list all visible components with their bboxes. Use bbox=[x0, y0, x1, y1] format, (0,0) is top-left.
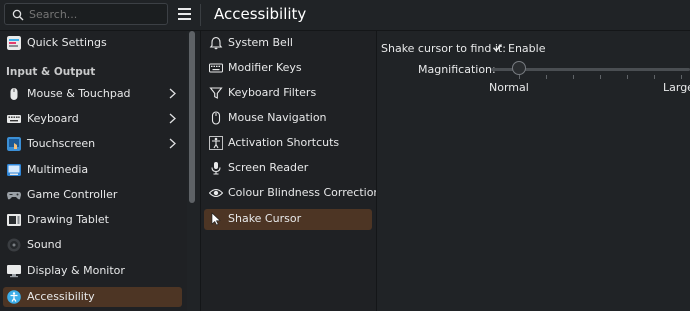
sidebar-item-keyboard[interactable]: Keyboard bbox=[3, 109, 182, 129]
submenu-item-keyboard-filters[interactable]: Keyboard Filters bbox=[204, 83, 372, 104]
sidebar-item-label: Game Controller bbox=[27, 188, 118, 201]
chevron-right-icon bbox=[169, 138, 176, 149]
mouse-icon bbox=[10, 88, 18, 100]
cursor-icon bbox=[211, 212, 221, 226]
shake-cursor-label: Shake cursor to find it: bbox=[381, 42, 506, 55]
magnification-label: Magnification: bbox=[418, 63, 496, 76]
header-divider bbox=[200, 4, 201, 26]
submenu-item-label: Shake Cursor bbox=[228, 212, 302, 225]
game-controller-icon bbox=[7, 192, 21, 200]
submenu-item-modifier-keys[interactable]: Modifier Keys bbox=[204, 58, 372, 79]
search-icon bbox=[12, 9, 24, 21]
slider-tick bbox=[573, 75, 574, 79]
sidebar-item-label: Mouse & Touchpad bbox=[27, 87, 131, 100]
sidebar-item-quick-settings[interactable]: Quick Settings bbox=[3, 33, 182, 53]
display-icon bbox=[7, 265, 21, 278]
slider-tick bbox=[519, 75, 520, 79]
sidebar-item-label: Accessibility bbox=[27, 290, 95, 303]
section-heading: Input & Output bbox=[6, 66, 96, 78]
bell-icon bbox=[209, 36, 223, 50]
sidebar-item-accessibility[interactable]: Accessibility bbox=[3, 287, 182, 307]
slider-min-label: Normal bbox=[489, 81, 529, 94]
slider-tick bbox=[600, 75, 601, 79]
submenu-item-mouse-navigation[interactable]: Mouse Navigation bbox=[204, 108, 372, 129]
sidebar-item-label: Multimedia bbox=[27, 163, 89, 176]
search-input[interactable] bbox=[29, 6, 163, 22]
submenu-item-screen-reader[interactable]: Screen Reader bbox=[204, 158, 372, 179]
submenu-item-label: Keyboard Filters bbox=[228, 86, 317, 99]
filter-icon bbox=[209, 87, 223, 99]
sidebar-item-label: Keyboard bbox=[27, 112, 79, 125]
quick-settings-icon bbox=[7, 36, 21, 50]
enable-checkbox[interactable] bbox=[492, 42, 503, 53]
submenu-item-label: Activation Shortcuts bbox=[228, 136, 340, 149]
sidebar-item-sound[interactable]: Sound bbox=[3, 235, 182, 255]
mouse-icon bbox=[211, 111, 221, 125]
sidebar-item-label: Touchscreen bbox=[27, 137, 96, 150]
keyboard-icon bbox=[7, 115, 21, 123]
sidebar-scrollbar[interactable] bbox=[189, 31, 195, 203]
sidebar-item-label: Display & Monitor bbox=[27, 264, 125, 277]
sidebar-item-label: Drawing Tablet bbox=[27, 213, 109, 226]
search-box[interactable] bbox=[4, 3, 168, 25]
submenu-item-colour-blindness-correction[interactable]: Colour Blindness Correction bbox=[204, 183, 380, 204]
sound-icon bbox=[7, 238, 21, 252]
submenu-item-label: Screen Reader bbox=[228, 161, 309, 174]
sidebar-item-label: Quick Settings bbox=[27, 36, 107, 49]
sidebar-item-game-controller[interactable]: Game Controller bbox=[3, 185, 182, 205]
keyboard-icon bbox=[209, 63, 223, 73]
drawing-tablet-icon bbox=[7, 214, 21, 226]
microphone-icon bbox=[211, 162, 221, 175]
slider-max-label: Large bbox=[663, 81, 690, 94]
submenu-item-system-bell[interactable]: System Bell bbox=[204, 33, 372, 54]
page-title: Accessibility bbox=[214, 5, 307, 23]
sidebar-item-touchscreen[interactable]: Touchscreen bbox=[3, 134, 182, 154]
submenu-item-shake-cursor[interactable]: Shake Cursor bbox=[204, 209, 372, 230]
sidebar-item-mouse-touchpad[interactable]: Mouse & Touchpad bbox=[3, 84, 182, 104]
chevron-right-icon bbox=[169, 88, 176, 99]
sidebar-item-display-monitor[interactable]: Display & Monitor bbox=[3, 261, 182, 281]
enable-label[interactable]: Enable bbox=[508, 42, 545, 55]
menu-icon[interactable] bbox=[178, 8, 191, 20]
multimedia-icon bbox=[7, 164, 21, 176]
accessibility-icon bbox=[7, 290, 21, 304]
submenu-item-label: System Bell bbox=[228, 36, 293, 49]
sidebar: Quick Settings Input & Output Mouse & To… bbox=[0, 31, 187, 311]
slider-tick bbox=[654, 75, 655, 79]
header-bar: Accessibility bbox=[0, 0, 690, 31]
magnification-slider-handle[interactable] bbox=[512, 61, 526, 75]
slider-tick bbox=[627, 75, 628, 79]
submenu-item-activation-shortcuts[interactable]: Activation Shortcuts bbox=[204, 133, 372, 154]
settings-content: Shake cursor to find it: Enable Magnific… bbox=[377, 31, 690, 311]
submenu-list: System Bell Modifier Keys Keyboard Filte… bbox=[201, 31, 380, 311]
touchscreen-icon bbox=[7, 137, 21, 151]
eye-icon bbox=[209, 188, 223, 198]
submenu-item-label: Colour Blindness Correction bbox=[228, 186, 381, 199]
sidebar-item-drawing-tablet[interactable]: Drawing Tablet bbox=[3, 210, 182, 230]
submenu-item-label: Modifier Keys bbox=[228, 61, 302, 74]
sidebar-item-label: Sound bbox=[27, 238, 62, 251]
sidebar-item-multimedia[interactable]: Multimedia bbox=[3, 160, 182, 180]
shortcut-icon bbox=[209, 136, 223, 150]
chevron-right-icon bbox=[169, 113, 176, 124]
slider-tick bbox=[546, 75, 547, 79]
slider-tick bbox=[681, 75, 682, 79]
submenu-item-label: Mouse Navigation bbox=[228, 111, 327, 124]
